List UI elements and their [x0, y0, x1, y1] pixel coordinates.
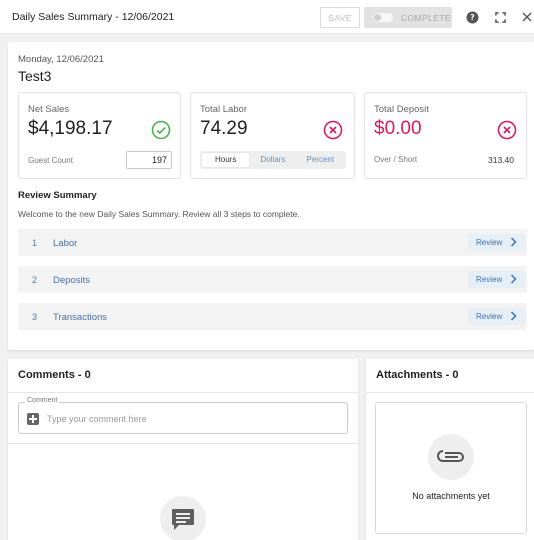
total-labor-label: Total Labor — [200, 104, 248, 115]
comment-field-label: Comment — [25, 397, 60, 404]
guest-count-field[interactable]: 197 — [126, 151, 172, 169]
step-name: Transactions — [53, 312, 108, 323]
total-deposit-card: Total Deposit $0.00 Over / Short 313.40 — [364, 92, 527, 179]
complete-label: COMPLETE — [401, 12, 451, 23]
net-sales-value: $4,198.17 — [28, 118, 113, 139]
step-number: 1 — [32, 238, 38, 248]
empty-attachments-text: No attachments yet — [412, 491, 490, 501]
toggle-percent[interactable]: Percent — [297, 153, 344, 167]
chevron-right-icon — [510, 237, 517, 249]
total-labor-card: Total Labor 74.29 Hours Dollars Percent — [190, 92, 355, 179]
chevron-right-icon — [510, 311, 517, 323]
review-description: Welcome to the new Daily Sales Summary. … — [18, 209, 300, 219]
review-step-labor[interactable]: 1 Labor Review — [18, 229, 527, 256]
complete-toggle[interactable] — [373, 13, 393, 22]
comments-card: Comments - 0 Comment — [8, 359, 358, 540]
net-sales-label: Net Sales — [28, 104, 70, 115]
error-circle-icon — [323, 120, 343, 140]
summary-card: Monday, 12/06/2021 Test3 Net Sales $4,19… — [8, 42, 534, 350]
page-title: Daily Sales Summary - 12/06/2021 — [12, 11, 175, 23]
comment-input[interactable] — [47, 411, 337, 427]
attachment-dropzone[interactable]: No attachments yet — [375, 402, 527, 534]
labor-unit-toggle[interactable]: Hours Dollars Percent — [200, 151, 346, 169]
review-button-label: Review — [476, 275, 503, 284]
over-short-label: Over / Short — [374, 155, 418, 164]
toggle-dollars[interactable]: Dollars — [249, 153, 296, 167]
add-comment-icon[interactable] — [27, 413, 39, 425]
title-bar: Daily Sales Summary - 12/06/2021 SAVE CO… — [0, 0, 534, 34]
store-name: Test3 — [18, 68, 52, 84]
total-deposit-value: $0.00 — [374, 118, 422, 139]
review-button[interactable]: Review — [468, 271, 525, 288]
total-labor-value: 74.29 — [200, 118, 248, 139]
review-button[interactable]: Review — [468, 308, 525, 325]
review-heading: Review Summary — [18, 190, 97, 201]
guest-count-label: Guest Count — [28, 156, 73, 165]
svg-text:?: ? — [470, 13, 474, 22]
comment-icon — [160, 496, 206, 540]
fullscreen-icon[interactable] — [493, 10, 507, 24]
error-circle-icon — [497, 120, 517, 140]
paperclip-icon — [428, 434, 474, 480]
divider — [8, 392, 358, 393]
chevron-right-icon — [510, 274, 517, 286]
comments-title: Comments - 0 — [18, 369, 91, 381]
review-step-transactions[interactable]: 3 Transactions Review — [18, 303, 527, 330]
complete-button[interactable]: COMPLETE — [364, 7, 452, 28]
review-button[interactable]: Review — [468, 234, 525, 251]
save-button[interactable]: SAVE — [320, 7, 360, 28]
step-name: Deposits — [53, 275, 90, 286]
net-sales-card: Net Sales $4,198.17 Guest Count 197 — [18, 92, 181, 179]
total-deposit-label: Total Deposit — [374, 104, 429, 115]
help-icon[interactable]: ? — [465, 10, 479, 24]
summary-date: Monday, 12/06/2021 — [18, 54, 104, 65]
comment-field[interactable]: Comment — [18, 397, 348, 434]
toggle-hours[interactable]: Hours — [202, 153, 250, 167]
step-name: Labor — [53, 238, 78, 249]
attachments-title: Attachments - 0 — [376, 369, 459, 381]
over-short-value: 313.40 — [488, 155, 514, 165]
divider — [8, 443, 358, 444]
step-number: 2 — [32, 275, 38, 285]
step-number: 3 — [32, 312, 38, 322]
close-icon[interactable] — [520, 10, 534, 24]
review-button-label: Review — [476, 312, 503, 321]
review-button-label: Review — [476, 238, 503, 247]
attachments-card: Attachments - 0 No attachments yet — [366, 359, 534, 540]
check-circle-icon — [151, 120, 171, 140]
review-step-deposits[interactable]: 2 Deposits Review — [18, 266, 527, 293]
divider — [366, 392, 534, 393]
